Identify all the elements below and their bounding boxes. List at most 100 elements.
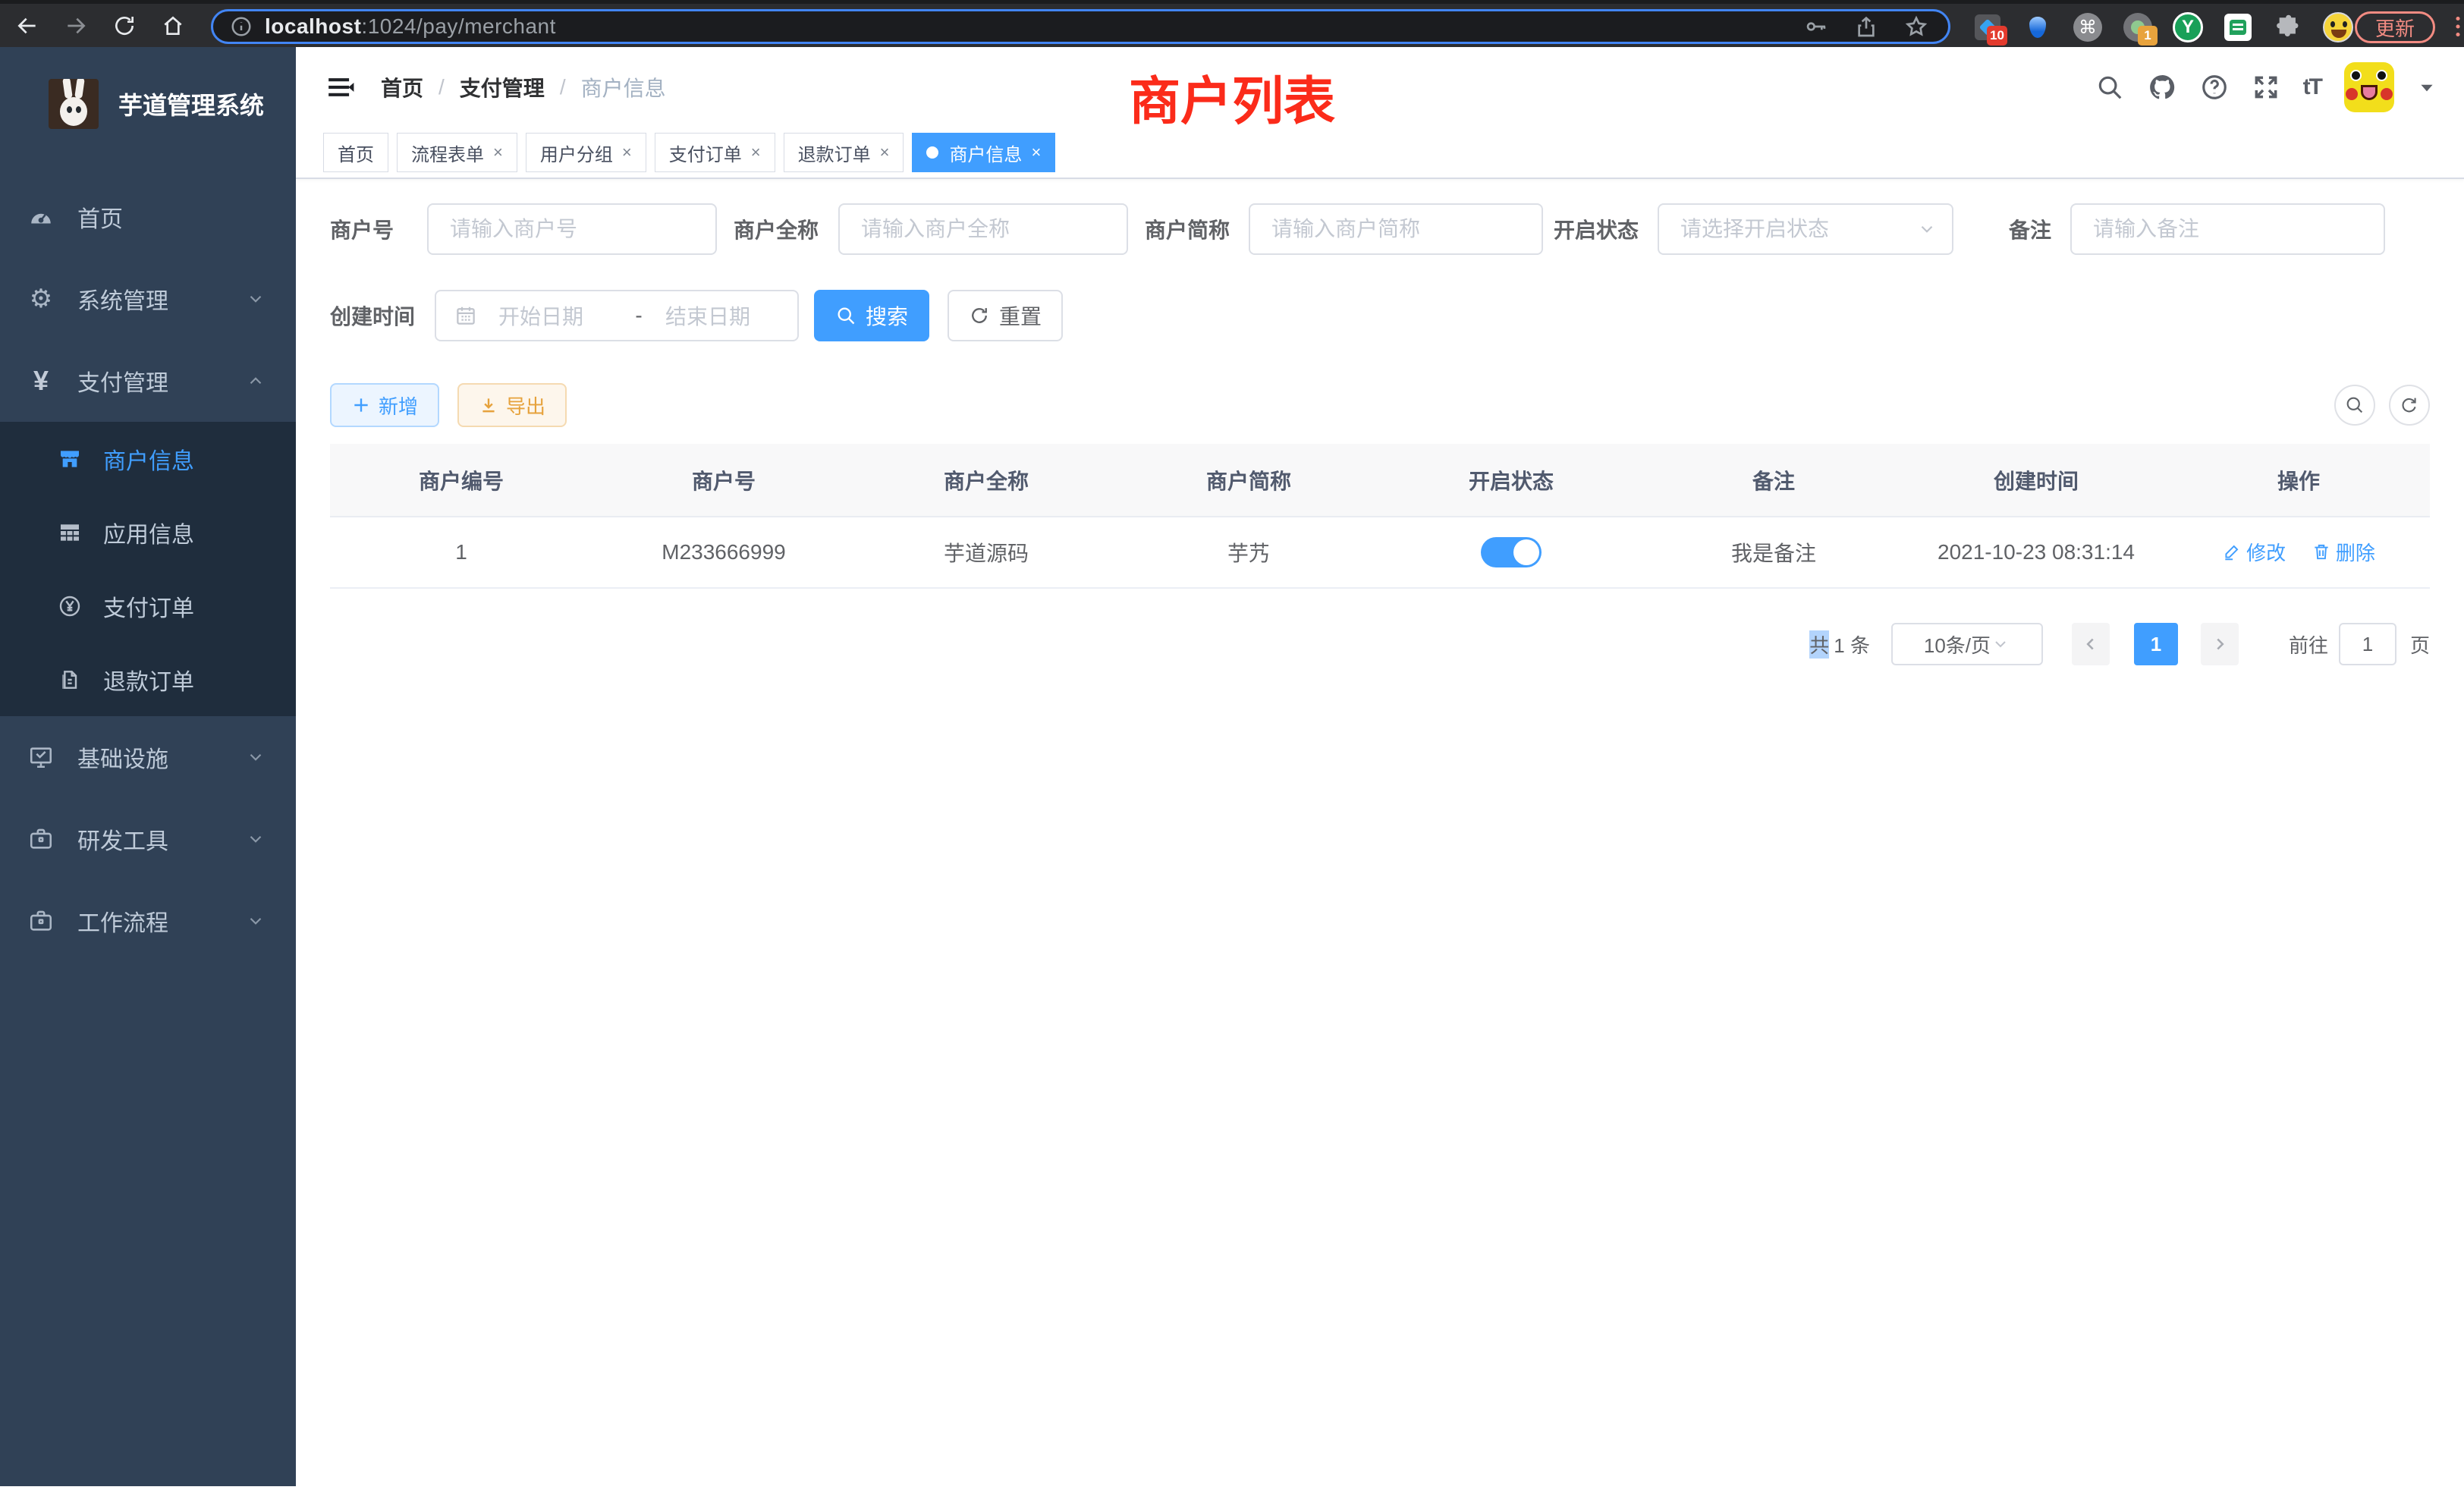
github-icon[interactable] — [2147, 72, 2177, 102]
briefcase-icon — [26, 826, 56, 852]
merchant-short-name-input[interactable] — [1249, 203, 1543, 255]
extension-diamond-icon[interactable]: 10 — [1972, 12, 2003, 42]
help-icon[interactable] — [2200, 73, 2229, 102]
sidebar-item-merchant-info[interactable]: 商户信息 — [0, 422, 296, 495]
page-size-select[interactable]: 10条/页 — [1891, 623, 2043, 665]
extension-kite-icon[interactable] — [2022, 12, 2053, 42]
tab-close-icon[interactable]: × — [751, 143, 761, 162]
browser-home-icon[interactable] — [159, 12, 187, 39]
sidebar-item-pay-order[interactable]: 支付订单 — [0, 569, 296, 643]
show-search-button[interactable] — [2334, 385, 2375, 426]
browser-back-icon[interactable] — [14, 12, 41, 39]
sidebar-item-system[interactable]: ⚙ 系统管理 — [0, 258, 296, 340]
chevron-up-icon — [246, 371, 266, 391]
status-toggle[interactable] — [1481, 537, 1542, 567]
browser-reload-icon[interactable] — [111, 12, 138, 39]
chevron-left-icon — [2081, 634, 2101, 654]
sidebar-item-label: 基础设施 — [77, 740, 246, 774]
tab-close-icon[interactable]: × — [493, 143, 503, 162]
breadcrumb-payment[interactable]: 支付管理 — [460, 72, 545, 102]
next-page-button[interactable] — [2201, 623, 2239, 665]
font-size-icon[interactable]: tT — [2303, 74, 2321, 100]
cell-merchant-id: 1 — [330, 517, 592, 588]
tab-close-icon[interactable]: × — [622, 143, 632, 162]
add-button[interactable]: 新增 — [330, 383, 439, 427]
extensions-puzzle-icon[interactable] — [2273, 12, 2303, 42]
status-label: 开启状态 — [1554, 214, 1658, 244]
col-header: 创建时间 — [1905, 444, 2167, 517]
col-header: 备注 — [1642, 444, 1905, 517]
search-icon[interactable] — [2095, 73, 2124, 102]
refresh-icon — [2399, 395, 2420, 416]
cell-create-time: 2021-10-23 08:31:14 — [1905, 517, 2167, 588]
merchant-no-input[interactable] — [427, 203, 717, 255]
sidebar-fold-icon[interactable] — [326, 73, 355, 102]
extension-y-icon[interactable]: Y — [2173, 12, 2203, 42]
edit-link[interactable]: 修改 — [2222, 538, 2286, 566]
extensions-bar: 10 ⌘ 1 Y — [1972, 4, 2353, 51]
remark-input[interactable] — [2070, 203, 2385, 255]
col-header: 操作 — [2167, 444, 2430, 517]
tab-close-icon[interactable]: × — [1031, 143, 1041, 162]
tab-close-icon[interactable]: × — [880, 143, 890, 162]
refresh-table-button[interactable] — [2389, 385, 2430, 426]
password-key-icon[interactable] — [1804, 14, 1828, 39]
prev-page-button[interactable] — [2072, 623, 2110, 665]
search-button[interactable]: 搜索 — [814, 290, 929, 341]
app-logo-row[interactable]: 芋道管理系统 — [0, 47, 296, 161]
sidebar-item-refund-order[interactable]: 退款订单 — [0, 643, 296, 716]
date-range-picker[interactable]: 开始日期 - 结束日期 — [435, 290, 799, 341]
col-header: 商户编号 — [330, 444, 592, 517]
sidebar-item-app-info[interactable]: 应用信息 — [0, 495, 296, 569]
sidebar-item-dev-tools[interactable]: 研发工具 — [0, 798, 296, 880]
sidebar-item-home[interactable]: 首页 — [0, 176, 296, 258]
url-path: :1024/pay/merchant — [361, 14, 556, 38]
merchant-short-name-label: 商户简称 — [1145, 214, 1249, 244]
bookmark-star-icon[interactable] — [1904, 14, 1928, 39]
tab-pay-order[interactable]: 支付订单× — [655, 133, 775, 172]
cell-remark: 我是备注 — [1642, 517, 1905, 588]
chevron-down-icon — [1991, 635, 2029, 653]
user-avatar[interactable] — [2344, 62, 2394, 112]
browser-forward-icon[interactable] — [62, 12, 90, 39]
caret-down-icon[interactable] — [2417, 77, 2437, 97]
tab-user-group[interactable]: 用户分组× — [526, 133, 646, 172]
plus-icon — [351, 395, 371, 415]
merchant-full-name-input[interactable] — [838, 203, 1128, 255]
sidebar-item-infrastructure[interactable]: 基础设施 — [0, 716, 296, 798]
app-title: 芋道管理系统 — [118, 86, 264, 121]
page-number-1[interactable]: 1 — [2134, 623, 2178, 665]
yen-circle-icon — [56, 594, 83, 618]
site-info-icon[interactable] — [230, 15, 253, 38]
breadcrumb-home[interactable]: 首页 — [381, 72, 423, 102]
calendar-icon — [454, 304, 477, 327]
extension-record-icon[interactable]: 1 — [2123, 12, 2153, 42]
tab-refund-order[interactable]: 退款订单× — [784, 133, 904, 172]
fullscreen-icon[interactable] — [2252, 73, 2280, 102]
share-icon[interactable] — [1854, 14, 1878, 39]
reset-button[interactable]: 重置 — [948, 290, 1063, 341]
sidebar-item-workflow[interactable]: 工作流程 — [0, 880, 296, 962]
chevron-down-icon — [246, 747, 266, 767]
tab-merchant-info[interactable]: 商户信息× — [912, 133, 1055, 172]
browser-menu-icon[interactable] — [2446, 13, 2464, 40]
chevron-down-icon — [246, 289, 266, 309]
extension-command-icon[interactable]: ⌘ — [2073, 12, 2103, 42]
extension-chat-icon[interactable] — [2223, 12, 2253, 42]
table-row: 1 M233666999 芋道源码 芋艿 我是备注 2021-10-23 08:… — [330, 517, 2430, 588]
sidebar-item-payment[interactable]: ¥ 支付管理 — [0, 340, 296, 422]
status-select[interactable] — [1658, 203, 1953, 255]
goto-label: 前往 — [2289, 630, 2328, 659]
tab-home[interactable]: 首页 — [323, 133, 388, 172]
delete-link[interactable]: 删除 — [2312, 538, 2375, 566]
export-button[interactable]: 导出 — [457, 383, 567, 427]
address-bar[interactable]: localhost:1024/pay/merchant — [211, 9, 1950, 44]
extension-emoji-icon[interactable] — [2323, 12, 2353, 42]
col-header: 商户全称 — [855, 444, 1117, 517]
refresh-icon — [969, 305, 990, 326]
tab-process-form[interactable]: 流程表单× — [397, 133, 517, 172]
pagination-total: 共 — [1809, 630, 1829, 659]
app-logo — [49, 79, 99, 129]
browser-update-button[interactable]: 更新 — [2355, 11, 2435, 43]
goto-page-input[interactable] — [2339, 623, 2396, 665]
